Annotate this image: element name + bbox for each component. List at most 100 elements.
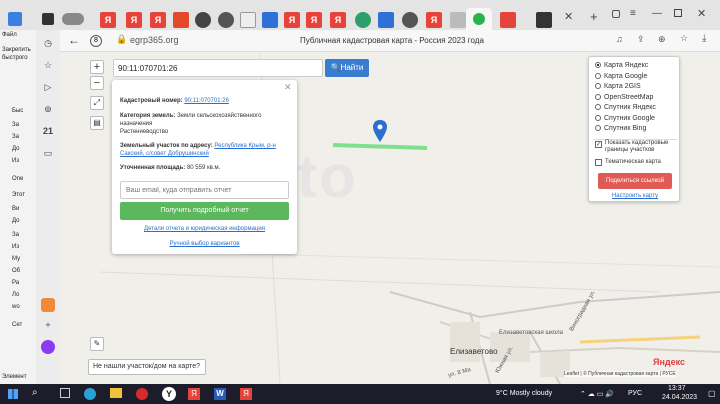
zoom-out-button[interactable]: − bbox=[90, 76, 104, 90]
yandex-browser-icon[interactable]: Y bbox=[162, 387, 176, 401]
layer-option[interactable]: Спутник Яндекс bbox=[595, 104, 656, 111]
explorer-nav-item[interactable]: wo bbox=[12, 304, 20, 310]
word-icon[interactable]: W bbox=[214, 388, 226, 400]
thematic-checkbox[interactable] bbox=[595, 159, 602, 166]
manual-selection-link[interactable]: Ручной выбор вариантов bbox=[120, 241, 289, 247]
tab-site-icon[interactable] bbox=[195, 12, 211, 28]
bookmark-icon[interactable] bbox=[612, 10, 620, 18]
explorer-nav-item[interactable]: Из bbox=[12, 244, 19, 250]
explorer-nav-item[interactable]: Сет bbox=[12, 322, 22, 328]
protect-icon[interactable]: 8 bbox=[90, 35, 102, 47]
share-icon[interactable]: ⇪ bbox=[637, 34, 645, 45]
yandex-app-icon[interactable]: Я bbox=[188, 388, 200, 400]
not-found-button[interactable]: Не нашли участок/дом на карте? bbox=[88, 359, 206, 375]
tab-site-icon[interactable] bbox=[262, 12, 278, 28]
download-icon[interactable]: ⤓ bbox=[702, 33, 706, 44]
close-tab-icon[interactable]: ✕ bbox=[564, 10, 573, 23]
tab-yandex[interactable]: Я bbox=[426, 12, 442, 28]
tab-site-icon[interactable] bbox=[355, 12, 371, 28]
alice-icon[interactable] bbox=[41, 340, 55, 354]
radio-button-icon[interactable] bbox=[595, 114, 601, 121]
details-link[interactable]: Детали отчета и юридическая информация bbox=[120, 226, 289, 232]
explorer-nav-item[interactable]: До bbox=[12, 218, 19, 224]
menu-icon[interactable]: ≡ bbox=[630, 8, 636, 19]
map-marker-icon[interactable] bbox=[372, 120, 388, 144]
new-tab-icon[interactable]: + bbox=[590, 9, 598, 24]
tab-yandex[interactable]: Я bbox=[100, 12, 116, 28]
radio-button-icon[interactable] bbox=[595, 83, 601, 90]
add-panel-icon[interactable]: + bbox=[41, 318, 55, 332]
radio-button-icon[interactable] bbox=[595, 93, 601, 100]
print-icon[interactable]: ▤ bbox=[90, 116, 104, 130]
explorer-nav-item[interactable]: One bbox=[12, 176, 23, 182]
url-text[interactable]: egrp365.org bbox=[130, 35, 179, 45]
notes-icon[interactable]: ▭ bbox=[41, 146, 55, 160]
layer-option[interactable]: Карта 2GIS bbox=[595, 83, 641, 90]
email-input[interactable] bbox=[120, 181, 289, 199]
tab-switcher-icon[interactable] bbox=[42, 13, 54, 25]
clock-date[interactable]: 24.04.2023 bbox=[662, 394, 697, 401]
tab-site-icon[interactable] bbox=[240, 12, 256, 28]
explorer-nav-item[interactable]: За bbox=[12, 232, 19, 238]
tab-site-icon[interactable] bbox=[218, 12, 234, 28]
language-indicator[interactable]: РУС bbox=[628, 390, 642, 397]
headphones-icon[interactable]: ♫ bbox=[616, 34, 623, 44]
app-icon[interactable] bbox=[41, 298, 55, 312]
explorer-nav-item[interactable]: Ви bbox=[12, 206, 19, 212]
maximize-icon[interactable] bbox=[674, 9, 682, 17]
share-link-button[interactable]: Поделиться ссылкой bbox=[598, 173, 672, 189]
tab-site-icon[interactable] bbox=[378, 12, 394, 28]
explorer-nav-item[interactable]: Этот bbox=[12, 192, 25, 198]
task-view-icon[interactable] bbox=[60, 388, 70, 398]
explorer-nav-item[interactable]: За bbox=[12, 134, 19, 140]
clock-time[interactable]: 13:37 bbox=[668, 385, 686, 392]
zoom-in-button[interactable]: + bbox=[90, 60, 104, 74]
cadastral-search-input[interactable]: 90:11:070701:26 bbox=[113, 59, 323, 77]
search-button[interactable]: 🔍Найти bbox=[325, 59, 369, 77]
browser-app-icon[interactable] bbox=[8, 12, 22, 26]
layer-option[interactable]: Спутник Google bbox=[595, 115, 655, 122]
tray-icons[interactable]: ⌃ ☁ ▭ 🔊 bbox=[580, 390, 614, 398]
explorer-nav-item[interactable]: Ло bbox=[12, 292, 19, 298]
tab-yandex[interactable]: Я bbox=[306, 12, 322, 28]
explorer-nav-item[interactable]: Ра bbox=[12, 280, 19, 286]
tab-site-icon[interactable] bbox=[536, 12, 552, 28]
radio-button-icon[interactable] bbox=[595, 104, 601, 111]
configure-map-link[interactable]: Настроить карту bbox=[589, 193, 681, 199]
layer-option[interactable]: Карта Google bbox=[595, 73, 647, 80]
explorer-nav-item[interactable]: За bbox=[12, 122, 19, 128]
close-window-icon[interactable]: ✕ bbox=[697, 7, 706, 20]
tab-yandex[interactable]: Я bbox=[330, 12, 346, 28]
tab-yandex[interactable]: Я bbox=[150, 12, 166, 28]
opera-icon[interactable] bbox=[136, 388, 148, 400]
explorer-menu-file[interactable]: Файл bbox=[2, 32, 17, 38]
edge-icon[interactable] bbox=[84, 388, 96, 400]
tab-group-icon[interactable] bbox=[62, 13, 84, 25]
minimize-icon[interactable]: — bbox=[652, 8, 662, 19]
explorer-nav-item[interactable]: Об bbox=[12, 268, 20, 274]
tab-site-icon[interactable] bbox=[450, 12, 466, 28]
notifications-icon[interactable]: ▢ bbox=[708, 389, 716, 398]
search-icon[interactable]: ⌕ bbox=[32, 387, 38, 398]
ruler-icon[interactable]: ✎ bbox=[90, 337, 104, 351]
layer-option[interactable]: Спутник Bing bbox=[595, 125, 646, 132]
map-attribution[interactable]: Leaflet | © Публичная кадастровая карта … bbox=[564, 371, 676, 377]
layer-option[interactable]: Карта Яндекс bbox=[595, 62, 648, 69]
popup-close-icon[interactable]: ✕ bbox=[284, 82, 292, 93]
media-icon[interactable]: ▷ bbox=[41, 80, 55, 94]
active-tab[interactable] bbox=[466, 8, 492, 30]
get-report-button[interactable]: Получить подробный отчет bbox=[120, 202, 289, 220]
collections-icon[interactable]: ⊚ bbox=[41, 102, 55, 116]
explorer-nav-item[interactable]: Му bbox=[12, 256, 20, 262]
explorer-nav-item[interactable]: Из bbox=[12, 158, 19, 164]
tab-site-icon[interactable] bbox=[402, 12, 418, 28]
calendar-icon[interactable]: 21 bbox=[41, 124, 55, 138]
extensions-icon[interactable]: ⊕ bbox=[658, 34, 666, 45]
radio-button-icon[interactable] bbox=[595, 125, 601, 132]
explorer-nav-item[interactable]: Быс bbox=[12, 108, 23, 114]
explorer-nav-item[interactable]: До bbox=[12, 146, 19, 152]
parcels-checkbox[interactable]: ✓ bbox=[595, 141, 602, 148]
radio-button-icon[interactable] bbox=[595, 62, 601, 69]
yandex-app-icon[interactable]: Я bbox=[240, 388, 252, 400]
bookmarks-icon[interactable]: ☆ bbox=[41, 58, 55, 72]
